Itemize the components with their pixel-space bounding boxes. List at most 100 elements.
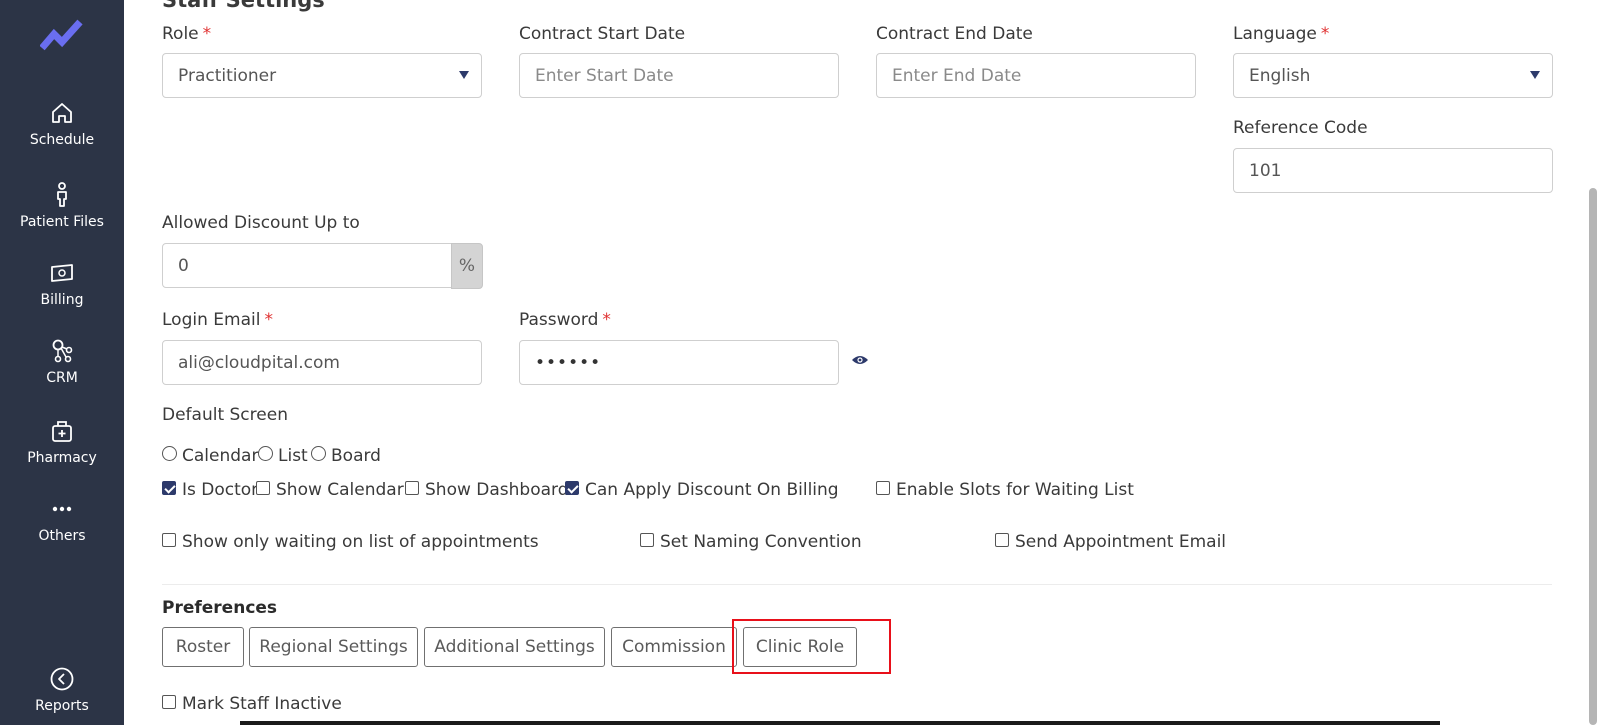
eye-icon[interactable] <box>851 354 869 366</box>
sidebar-item-others[interactable]: Others <box>0 496 124 544</box>
checkbox[interactable] <box>876 480 890 495</box>
sidebar-item-schedule[interactable]: Schedule <box>0 100 124 148</box>
checkbox-enable-slots-waiting-list[interactable]: Enable Slots for Waiting List <box>876 480 1134 500</box>
checkbox[interactable] <box>565 480 579 495</box>
section-title: Staff Settings <box>162 0 325 12</box>
required-marker: * <box>202 24 212 44</box>
role-select[interactable]: Practitioner <box>162 53 482 98</box>
radio-button[interactable] <box>258 446 273 461</box>
money-icon <box>51 264 73 282</box>
sidebar-item-crm[interactable]: CRM <box>0 338 124 386</box>
checkbox-label: Mark Staff Inactive <box>182 694 342 714</box>
staff-settings-form: Staff Settings Role * Contract Start Date… <box>124 0 1600 725</box>
contract-end-label: Contract End Date <box>876 24 1033 44</box>
contract-start-date-input[interactable]: Enter Start Date <box>519 53 839 98</box>
reference-code-input[interactable]: 101 <box>1233 148 1553 193</box>
checkbox-is-doctor[interactable]: Is Doctor <box>162 480 258 500</box>
password-label: Password * <box>519 310 611 330</box>
role-label: Role * <box>162 24 211 44</box>
allowed-discount-input[interactable]: 0 <box>162 243 452 288</box>
checkbox-show-dashboard[interactable]: Show Dashboard <box>405 480 569 500</box>
role-label-text: Role <box>162 24 199 44</box>
tab-regional-settings[interactable]: Regional Settings <box>249 627 418 667</box>
checkbox-set-naming-convention[interactable]: Set Naming Convention <box>640 532 862 552</box>
reference-code-label: Reference Code <box>1233 118 1368 138</box>
sidebar-item-pharmacy[interactable]: Pharmacy <box>0 418 124 466</box>
checkbox[interactable] <box>162 480 176 495</box>
preferences-title: Preferences <box>162 598 278 618</box>
radio-list[interactable]: List <box>258 446 308 466</box>
radio-button[interactable] <box>162 446 177 461</box>
network-icon <box>52 339 73 363</box>
scrollbar-thumb[interactable] <box>1589 188 1597 725</box>
allowed-discount-label: Allowed Discount Up to <box>162 213 360 233</box>
checkbox-label: Show Calendar <box>276 480 404 500</box>
sidebar-item-label: Billing <box>40 292 84 308</box>
checkbox-show-only-waiting[interactable]: Show only waiting on list of appointment… <box>162 532 539 552</box>
checkbox[interactable] <box>256 480 270 495</box>
checkbox-label: Send Appointment Email <box>1015 532 1227 552</box>
sidebar-item-label: Others <box>38 528 86 544</box>
sidebar: Schedule Patient Files Billing CRM Pharm… <box>0 0 124 725</box>
login-email-label: Login Email * <box>162 310 273 330</box>
contract-end-date-input[interactable]: Enter End Date <box>876 53 1196 98</box>
sidebar-item-patient-files[interactable]: Patient Files <box>0 182 124 230</box>
login-email-label-text: Login Email <box>162 310 261 330</box>
highlight-box <box>732 619 891 674</box>
radio-button[interactable] <box>311 446 326 461</box>
checkbox[interactable] <box>405 480 419 495</box>
checkbox-label: Show Dashboard <box>425 480 569 500</box>
language-label-text: Language <box>1233 24 1317 44</box>
language-select[interactable]: English <box>1233 53 1553 98</box>
checkbox-can-apply-discount[interactable]: Can Apply Discount On Billing <box>565 480 839 500</box>
language-select-value: English <box>1249 65 1311 86</box>
radio-label: Board <box>331 446 381 466</box>
required-marker: * <box>602 310 611 330</box>
checkbox-label: Is Doctor <box>182 480 259 500</box>
default-screen-label: Default Screen <box>162 405 288 425</box>
checkbox[interactable] <box>162 694 176 709</box>
chevron-down-icon <box>1530 71 1540 79</box>
checkbox-label: Show only waiting on list of appointment… <box>182 532 539 552</box>
percent-addon: % <box>451 243 483 289</box>
radio-label: List <box>278 446 308 466</box>
section-divider <box>162 584 1552 585</box>
sidebar-item-label: Pharmacy <box>27 450 97 466</box>
sidebar-item-label: CRM <box>46 370 78 386</box>
checkbox-label: Can Apply Discount On Billing <box>585 480 839 500</box>
sidebar-item-label: Schedule <box>29 132 95 148</box>
checkbox[interactable] <box>995 532 1009 547</box>
language-label: Language * <box>1233 24 1329 44</box>
back-circle-icon <box>50 667 74 691</box>
checkbox-show-calendar[interactable]: Show Calendar <box>256 480 404 500</box>
checkbox-send-appointment-email[interactable]: Send Appointment Email <box>995 532 1226 552</box>
password-label-text: Password <box>519 310 599 330</box>
medkit-icon <box>52 421 72 442</box>
bottom-edge <box>240 721 1440 725</box>
sidebar-item-billing[interactable]: Billing <box>0 260 124 308</box>
home-icon <box>52 103 72 123</box>
tab-roster[interactable]: Roster <box>162 627 244 667</box>
radio-calendar[interactable]: Calendar <box>162 446 258 466</box>
more-dots-icon <box>52 506 72 512</box>
checkbox-mark-staff-inactive[interactable]: Mark Staff Inactive <box>162 694 342 714</box>
radio-label: Calendar <box>182 446 259 466</box>
checkbox-label: Set Naming Convention <box>660 532 862 552</box>
radio-board[interactable]: Board <box>311 446 381 466</box>
tab-additional-settings[interactable]: Additional Settings <box>424 627 605 667</box>
sidebar-item-label: Patient Files <box>20 214 104 230</box>
tab-commission[interactable]: Commission <box>611 627 737 667</box>
chevron-down-icon <box>459 71 469 79</box>
password-input[interactable]: •••••• <box>519 340 839 385</box>
role-select-value: Practitioner <box>178 65 277 86</box>
contract-start-label: Contract Start Date <box>519 24 686 44</box>
checkbox[interactable] <box>640 532 654 547</box>
person-icon <box>57 182 67 207</box>
required-marker: * <box>1320 24 1330 44</box>
login-email-input[interactable]: ali@cloudpital.com <box>162 340 482 385</box>
checkbox-label: Enable Slots for Waiting List <box>896 480 1134 500</box>
app-logo-icon[interactable] <box>40 18 84 52</box>
checkbox[interactable] <box>162 532 176 547</box>
sidebar-item-reports[interactable]: Reports <box>0 666 124 714</box>
required-marker: * <box>264 310 273 330</box>
